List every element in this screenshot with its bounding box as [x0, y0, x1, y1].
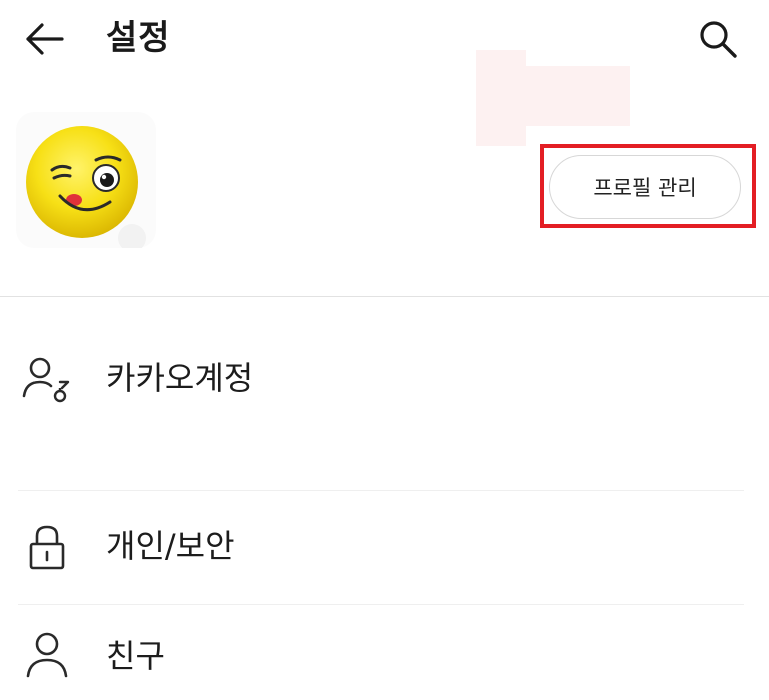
page-title: 설정 [106, 18, 171, 58]
section-divider [0, 296, 769, 297]
profile-manage-button[interactable]: 프로필 관리 [549, 155, 741, 219]
app-header: 설정 [0, 0, 769, 80]
menu-item-kakao-account[interactable]: 카카오계정 [0, 340, 769, 420]
item-divider [18, 604, 744, 605]
profile-avatar[interactable] [16, 112, 156, 252]
menu-label: 개인/보안 [106, 527, 235, 565]
account-key-icon [20, 352, 74, 406]
emoji-wink-avatar [16, 112, 156, 252]
search-icon [700, 21, 737, 58]
arrow-left-icon [26, 23, 64, 55]
person-icon [20, 628, 74, 682]
item-divider [18, 490, 744, 491]
menu-item-friends[interactable]: 친구 [0, 620, 769, 700]
lock-icon [20, 520, 74, 574]
menu-label: 친구 [106, 637, 165, 675]
menu-label: 카카오계정 [106, 359, 254, 397]
menu-item-privacy-security[interactable]: 개인/보안 [0, 508, 769, 588]
back-button[interactable] [18, 16, 70, 62]
search-button[interactable] [690, 14, 746, 64]
